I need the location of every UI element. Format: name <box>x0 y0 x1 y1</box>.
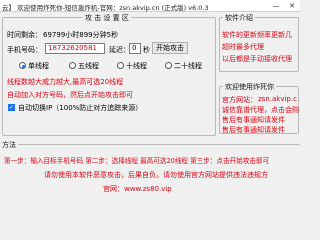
official-site-footer[interactable]: 官网：www.zs80.vip <box>103 184 172 194</box>
time-remaining-value: 69799小时899分钟5秒 <box>43 31 119 39</box>
auto-number-hint: 自动加入对方号码，然后点开始攻击即可 <box>7 91 133 99</box>
method-group: 方法 第一步：输入目标手机号码 第二步：选择线程 最高可选20线程 第三步：点击… <box>0 140 300 200</box>
method-steps: 第一步：输入目标手机号码 第二步：选择线程 最高可选20线程 第三步：点击开始攻… <box>4 157 270 165</box>
welcome-group: 欢迎使用炸死你 官方网站： zsn.akvip.c 诚信靠谱代理，点击会购 售后… <box>219 82 299 134</box>
radio-twenty-threads[interactable] <box>165 62 172 69</box>
welcome-line: 售后有事通知请发件 <box>222 126 285 134</box>
phone-label: 手机号码： <box>7 46 42 54</box>
attack-settings-legend: 攻 击 设 置 区 <box>83 13 131 23</box>
welcome-legend: 欢迎使用炸死你 <box>223 82 276 92</box>
start-attack-button[interactable]: 开始攻击 <box>152 42 188 54</box>
phone-input[interactable]: 18732620581 <box>45 43 105 54</box>
thread-warning: 线程数越大威力越大,最高可选20线程 <box>7 78 124 86</box>
close-icon[interactable]: ✕ <box>284 1 300 11</box>
window-title: 云】 欢迎使用炸死你-短信轰炸机-官网：zsn.akvip.cn (正式版) v… <box>2 4 209 12</box>
intro-line: 软件的更新频率更新几 <box>222 31 292 39</box>
attack-settings-group: 攻 击 设 置 区 时间剩余： 69799小时899分钟5秒 手机号码： 187… <box>2 13 216 136</box>
intro-line: 以后都是手动接收代理 <box>222 55 292 63</box>
welcome-line: 售后有事通知请发件 <box>222 116 285 124</box>
auto-ip-label: 自动切换IP（100%防止对方追踪来源） <box>18 104 143 112</box>
software-intro-legend: 软件介绍 <box>223 13 255 23</box>
usage-warning: 请勿使用本软件恶意攻击，后果自负。请勿使用官方网站提供违法违规方 <box>44 171 268 179</box>
welcome-line: 诚信靠谱代理，点击会购 <box>222 106 299 114</box>
software-intro-group: 软件介绍 软件的更新频率更新几 超时最多代理 以后都是手动接收代理 <box>219 13 299 72</box>
radio-ten-threads-label: 十线程 <box>126 62 147 70</box>
minimize-icon[interactable]: — <box>268 1 284 11</box>
delay-input[interactable]: 0 <box>129 43 141 54</box>
radio-ten-threads[interactable] <box>117 62 124 69</box>
auto-ip-checkbox[interactable]: ✓ <box>8 104 15 111</box>
radio-single-thread-label: 单线程 <box>28 62 49 70</box>
official-site-link[interactable]: zsn.akvip.c <box>258 95 297 103</box>
intro-line: 超时最多代理 <box>222 43 264 51</box>
radio-five-threads-label: 五线程 <box>78 62 99 70</box>
radio-five-threads[interactable] <box>69 62 76 69</box>
radio-twenty-threads-label: 二十线程 <box>174 62 202 70</box>
method-legend: 方法 <box>0 140 18 150</box>
delay-label: 延迟： <box>109 46 130 54</box>
radio-single-thread[interactable] <box>19 62 26 69</box>
time-remaining-label: 时间剩余： <box>7 31 42 39</box>
official-site-label: 官方网站： <box>222 96 257 104</box>
delay-unit: 秒 <box>143 46 150 54</box>
title-bar: 云】 欢迎使用炸死你-短信轰炸机-官网：zsn.akvip.cn (正式版) v… <box>0 0 300 12</box>
